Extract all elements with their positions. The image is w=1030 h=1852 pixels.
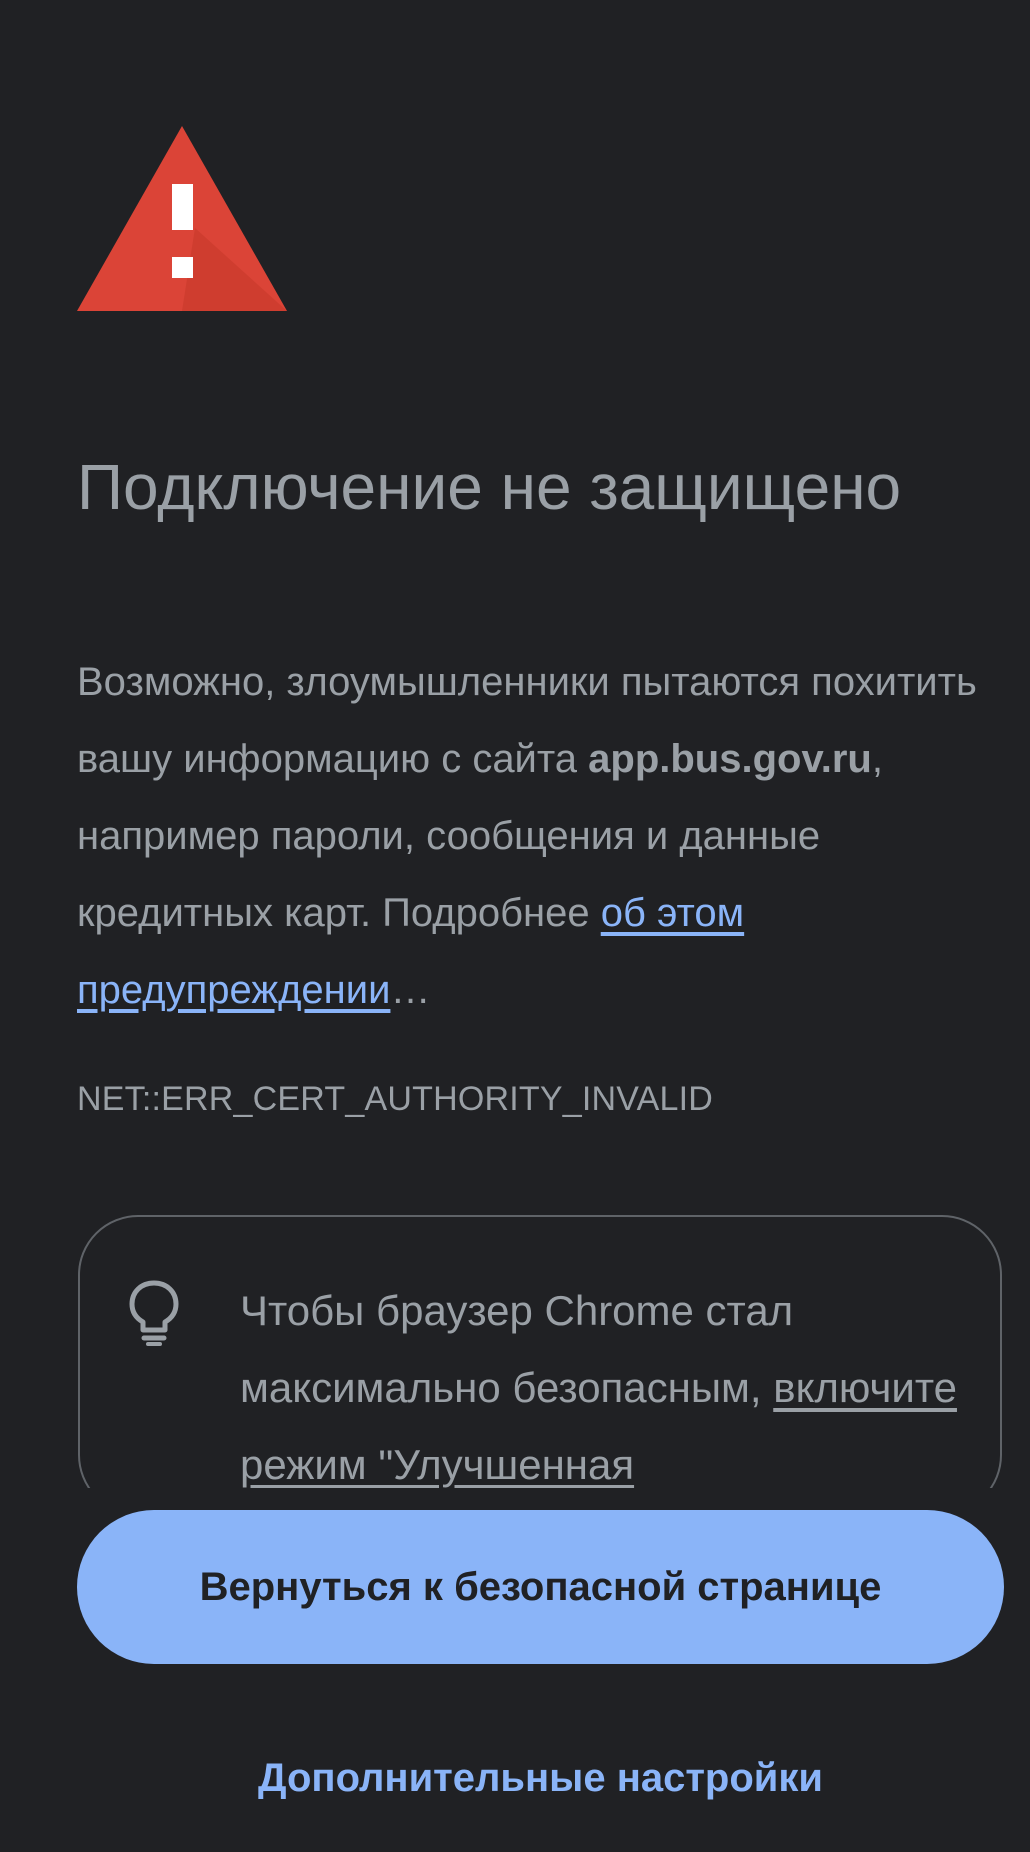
error-code: NET::ERR_CERT_AUTHORITY_INVALID <box>77 1080 713 1118</box>
site-domain: app.bus.gov.ru <box>588 737 872 781</box>
description-ellipsis: … <box>390 968 431 1012</box>
lightbulb-icon <box>129 1280 179 1346</box>
page-title: Подключение не защищено <box>77 451 902 523</box>
back-to-safety-button[interactable]: Вернуться к безопасной странице <box>77 1510 1004 1664</box>
warning-triangle-icon <box>77 126 287 311</box>
advanced-settings-button[interactable]: Дополнительные настройки <box>77 1738 1004 1818</box>
tip-text-body: Чтобы браузер Chrome стал максимально бе… <box>240 1287 794 1411</box>
tip-text: Чтобы браузер Chrome стал максимально бе… <box>240 1272 960 1503</box>
warning-description: Возможно, злоумышленники пытаются похити… <box>77 644 977 1029</box>
